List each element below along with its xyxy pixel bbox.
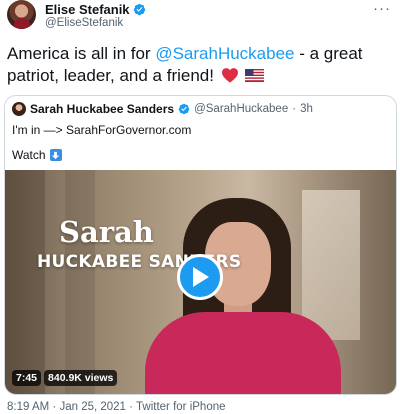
- background-shelf: [65, 170, 95, 394]
- play-button[interactable]: [177, 254, 223, 300]
- video-views: 840.9K views: [44, 370, 118, 386]
- author-avatar[interactable]: [7, 0, 36, 29]
- video-person-body: [145, 312, 341, 394]
- tweet-text: America is all in for @SarahHuckabee - a…: [7, 43, 393, 87]
- background-shelf: [5, 170, 45, 394]
- verified-badge-icon: [133, 3, 145, 16]
- tweet-header: Elise Stefanik @EliseStefanik ···: [7, 0, 393, 30]
- tweet-text-before: America is all in for: [7, 44, 156, 63]
- quoted-author-handle: @SarahHuckabee: [194, 103, 289, 115]
- meta-separator: ·: [129, 401, 134, 413]
- verified-badge-icon: [178, 103, 190, 115]
- quoted-author-avatar: [12, 102, 26, 116]
- video-title-first-name: Sarah: [59, 215, 154, 249]
- red-heart-emoji-icon: [221, 68, 238, 83]
- video-duration: 7:45: [12, 370, 42, 386]
- quoted-tweet-card[interactable]: Sarah Huckabee Sanders @SarahHuckabee · …: [4, 95, 397, 395]
- tweet-date[interactable]: Jan 25, 2021: [59, 401, 126, 413]
- tweet-meta: 8:19 AM · Jan 25, 2021 · Twitter for iPh…: [7, 401, 226, 413]
- down-arrow-emoji-icon: [49, 149, 62, 161]
- author-name-row: Elise Stefanik: [45, 2, 146, 17]
- quoted-watch-label: Watch: [12, 148, 46, 162]
- quoted-text-line2: Watch: [12, 148, 62, 162]
- background-window: [302, 190, 360, 340]
- more-options-icon[interactable]: ···: [373, 0, 391, 17]
- quoted-time: 3h: [300, 103, 313, 115]
- meta-separator: ·: [52, 401, 57, 413]
- author-display-name[interactable]: Elise Stefanik: [45, 2, 130, 17]
- video-badges: 7:45 840.9K views: [12, 370, 118, 386]
- mention-link[interactable]: @SarahHuckabee: [155, 44, 294, 63]
- us-flag-emoji-icon: [245, 69, 265, 82]
- quoted-separator: ·: [292, 103, 297, 115]
- quoted-author-name: Sarah Huckabee Sanders: [30, 102, 175, 116]
- video-player[interactable]: Sarah HUCKABEE SANDERS 7:45 840.9K views: [5, 170, 396, 394]
- quoted-text-line1: I'm in —> SarahForGovernor.com: [12, 123, 192, 137]
- author-handle[interactable]: @EliseStefanik: [45, 17, 123, 29]
- tweet-source[interactable]: Twitter for iPhone: [136, 401, 225, 413]
- quoted-tweet-header: Sarah Huckabee Sanders @SarahHuckabee · …: [12, 102, 313, 116]
- tweet-time[interactable]: 8:19 AM: [7, 401, 49, 413]
- play-icon: [193, 267, 209, 287]
